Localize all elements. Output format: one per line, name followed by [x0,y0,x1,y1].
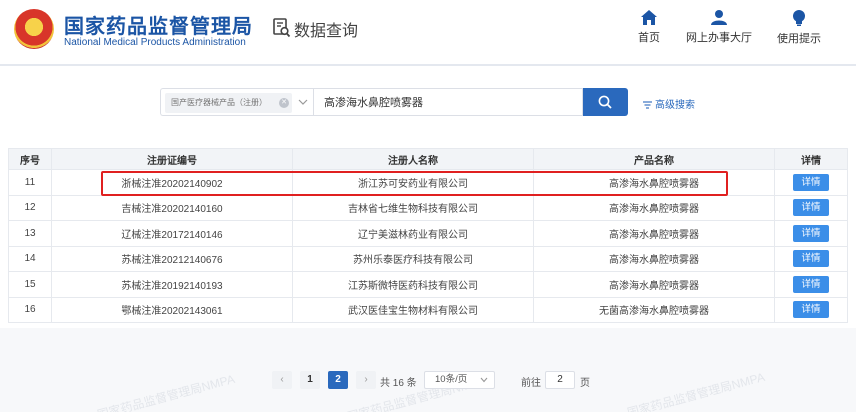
results-table: 序号 注册证编号 注册人名称 产品名称 详情 11 浙械注准2020214090… [8,148,848,323]
detail-button[interactable]: 详情 [793,301,829,319]
cell-no: 13 [8,220,52,247]
category-chip[interactable]: 国产医疗器械产品（注册） ✕ [165,93,292,113]
watermark: 国家药品监督管理局NMPA [625,369,767,412]
cell-product: 高渗海水鼻腔喷雾器 [533,169,775,196]
column-header-registrant: 注册人名称 [292,148,534,170]
chip-close-icon[interactable]: ✕ [279,98,289,108]
cell-detail: 详情 [774,245,848,272]
cell-detail: 详情 [774,271,848,298]
cell-detail: 详情 [774,220,848,247]
page-2-button[interactable]: 2 [328,371,348,389]
column-header-detail: 详情 [774,148,848,170]
column-header-no: 序号 [8,148,52,170]
detail-button[interactable]: 详情 [793,275,829,293]
cell-no: 11 [8,169,52,196]
cell-detail: 详情 [774,169,848,196]
detail-button[interactable]: 详情 [793,173,829,191]
cell-reg-no: 鄂械注准20202143061 [51,296,293,323]
cell-reg-no: 苏械注准20192140193 [51,271,293,298]
nav-online-hall[interactable]: 网上办事大厅 [679,10,759,45]
total-count: 共 16 条 [380,378,417,389]
table-header-row: 序号 注册证编号 注册人名称 产品名称 详情 [8,148,848,170]
table-row: 15 苏械注准20192140193 江苏斯微特医药科技有限公司 高渗海水鼻腔喷… [8,271,848,298]
national-emblem-icon: ★ [14,9,54,49]
next-page-button[interactable]: › [356,371,376,389]
detail-button[interactable]: 详情 [793,250,829,268]
cell-product: 高渗海水鼻腔喷雾器 [533,220,775,247]
chevron-left-icon: ‹ [280,374,284,385]
home-icon [641,10,657,25]
cell-reg-no: 浙械注准20202140902 [51,169,293,196]
site-header: ★ 国家药品监督管理局 National Medical Products Ad… [0,0,856,64]
cell-product: 高渗海水鼻腔喷雾器 [533,271,775,298]
prev-page-button[interactable]: ‹ [272,371,292,389]
table-row: 16 鄂械注准20202143061 武汉医佳宝生物材料有限公司 无菌高渗海水鼻… [8,296,848,323]
chevron-down-icon [480,377,488,383]
nav-online-hall-label: 网上办事大厅 [686,32,752,44]
cell-registrant: 苏州乐泰医疗科技有限公司 [292,245,534,272]
filter-lines-icon [643,101,652,109]
category-chip-label: 国产医疗器械产品（注册） [171,98,267,107]
category-select[interactable]: 国产医疗器械产品（注册） ✕ [160,88,313,116]
detail-button[interactable]: 详情 [793,224,829,242]
chevron-right-icon: › [364,374,368,385]
header-divider [0,64,856,66]
nav-usage-tips[interactable]: 使用提示 [759,10,839,46]
cell-registrant: 吉林省七维生物科技有限公司 [292,194,534,221]
cell-reg-no: 辽械注准20172140146 [51,220,293,247]
brand-title-cn[interactable]: 国家药品监督管理局 [64,10,253,39]
cell-no: 14 [8,245,52,272]
cell-detail: 详情 [774,194,848,221]
search-button[interactable] [583,88,628,116]
table-row: 14 苏械注准20212140676 苏州乐泰医疗科技有限公司 高渗海水鼻腔喷雾… [8,245,848,272]
user-icon [711,10,727,25]
watermark: 国家药品监督管理局NMPA [95,371,237,412]
search-bar: 国产医疗器械产品（注册） ✕ [160,88,628,116]
cell-detail: 详情 [774,296,848,323]
cell-registrant: 武汉医佳宝生物材料有限公司 [292,296,534,323]
cell-no: 16 [8,296,52,323]
cell-product: 无菌高渗海水鼻腔喷雾器 [533,296,775,323]
page-size-select[interactable]: 10条/页 [424,371,495,389]
search-icon [598,95,612,109]
data-query-icon [273,18,291,38]
advanced-search-link[interactable]: 高级搜索 [643,96,695,111]
cell-no: 12 [8,194,52,221]
goto-suffix: 页 [580,378,590,389]
column-header-product: 产品名称 [533,148,775,170]
nav-usage-tips-label: 使用提示 [777,33,821,45]
nav-home[interactable]: 首页 [609,10,689,45]
cell-registrant: 辽宁美滋林药业有限公司 [292,220,534,247]
brand-title-en: National Medical Products Administration [64,37,246,48]
cell-reg-no: 吉械注准20202140160 [51,194,293,221]
page-size-value: 10条/页 [435,374,468,385]
search-input[interactable] [313,88,583,116]
cell-product: 高渗海水鼻腔喷雾器 [533,245,775,272]
lightbulb-icon [793,10,805,26]
cell-registrant: 江苏斯微特医药科技有限公司 [292,271,534,298]
chevron-down-icon[interactable] [298,97,308,107]
table-row: 12 吉械注准20202140160 吉林省七维生物科技有限公司 高渗海水鼻腔喷… [8,194,848,221]
column-header-reg-no: 注册证编号 [51,148,293,170]
page-title: 数据查询 [294,23,359,40]
lower-area: 国家药品监督管理局NMPA 国家药品监督管理局NMPA 国家药品监督管理局NMP… [0,328,856,412]
cell-registrant: 浙江苏可安药业有限公司 [292,169,534,196]
goto-prefix: 前往 [521,378,541,389]
advanced-search-label: 高级搜索 [655,100,695,111]
page-1-button[interactable]: 1 [300,371,320,389]
table-row: 13 辽械注准20172140146 辽宁美滋林药业有限公司 高渗海水鼻腔喷雾器… [8,220,848,247]
detail-button[interactable]: 详情 [793,199,829,217]
table-row: 11 浙械注准20202140902 浙江苏可安药业有限公司 高渗海水鼻腔喷雾器… [8,169,848,196]
goto-page-input[interactable]: 2 [545,371,575,389]
cell-product: 高渗海水鼻腔喷雾器 [533,194,775,221]
cell-reg-no: 苏械注准20212140676 [51,245,293,272]
cell-no: 15 [8,271,52,298]
nav-home-label: 首页 [638,32,660,44]
